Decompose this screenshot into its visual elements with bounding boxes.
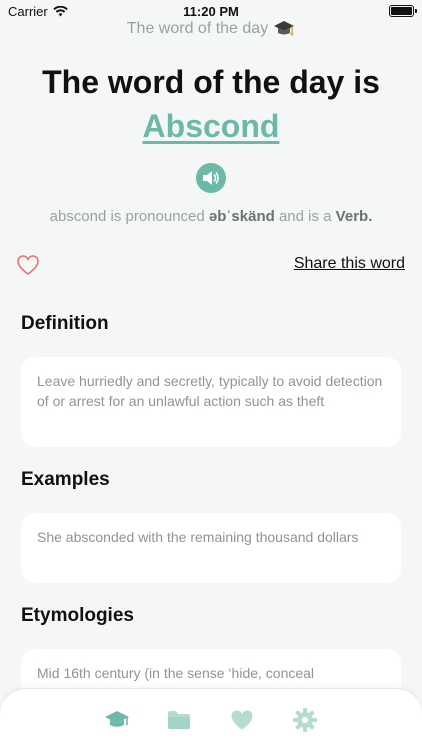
status-bar: Carrier 11:20 PM [0, 0, 422, 22]
tab-favorites[interactable] [229, 707, 255, 733]
etymologies-title: Etymologies [21, 605, 134, 626]
share-word-link[interactable]: Share this word [294, 255, 405, 273]
headline: The word of the day is [42, 64, 380, 100]
examples-text: She absconded with the remaining thousan… [37, 529, 359, 545]
folder-icon [168, 711, 190, 729]
pronunciation-middle: and is a [278, 208, 332, 225]
definition-title: Definition [21, 313, 109, 334]
status-time: 11:20 PM [183, 4, 239, 19]
graduation-cap-icon [105, 711, 129, 727]
gear-icon [293, 708, 317, 732]
tab-word-of-the-day[interactable] [104, 707, 130, 733]
phonetic-spelling: əbˈskänd [208, 208, 275, 225]
nav-title: The word of the day [0, 20, 422, 38]
tab-settings[interactable] [292, 707, 318, 733]
examples-card: She absconded with the remaining thousan… [21, 513, 401, 583]
heart-icon [231, 710, 253, 730]
heart-outline-icon [17, 255, 39, 275]
pronunciation-text: abscond is pronounced əbˈskänd and is a … [0, 208, 422, 225]
nav-title-text: The word of the day [126, 20, 269, 37]
word-of-the-day[interactable]: Abscond [0, 108, 422, 145]
battery-icon [389, 5, 417, 17]
tab-folders[interactable] [166, 707, 192, 733]
favorite-button[interactable] [16, 254, 40, 276]
definition-text: Leave hurriedly and secretly, typically … [37, 373, 383, 409]
examples-title: Examples [21, 469, 110, 490]
tab-bar [0, 688, 422, 750]
pronunciation-prefix: abscond is pronounced [49, 208, 205, 225]
play-pronunciation-button[interactable] [196, 163, 226, 193]
part-of-speech: Verb. [335, 208, 373, 225]
definition-card: Leave hurriedly and secretly, typically … [21, 357, 401, 447]
speaker-icon [203, 171, 219, 185]
graduation-cap-icon [274, 21, 295, 36]
etymologies-text: Mid 16th century (in the sense ‘hide, co… [37, 665, 315, 681]
